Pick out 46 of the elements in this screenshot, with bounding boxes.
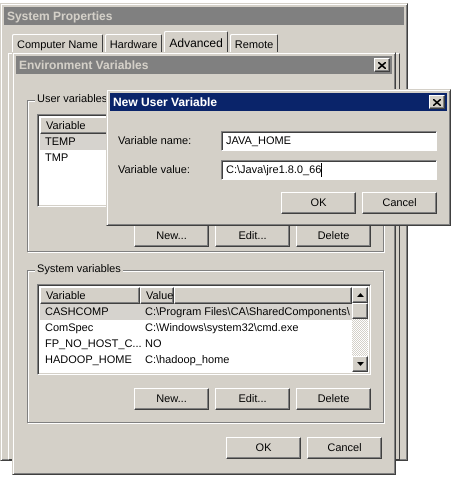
column-header[interactable]: Variable bbox=[40, 287, 140, 304]
dialog-button[interactable]: OK bbox=[226, 437, 301, 459]
group-label: System variables bbox=[35, 263, 123, 275]
dialog-button[interactable]: Delete bbox=[296, 388, 371, 410]
list-cell: CASHCOMP bbox=[45, 306, 109, 318]
list-cell: C:\Windows\system32\cmd.exe bbox=[145, 322, 298, 334]
scroll-up-icon bbox=[356, 293, 364, 297]
close-icon bbox=[433, 98, 441, 106]
tab[interactable]: Hardware bbox=[104, 34, 162, 53]
list-row[interactable]: CASHCOMP C:\Program Files\CA\SharedComponents\ bbox=[40, 304, 352, 320]
list-cell: TMP bbox=[45, 152, 68, 164]
scroll-down-icon bbox=[356, 362, 364, 366]
dialog-button[interactable]: Cancel bbox=[362, 192, 437, 214]
field-label: Variable name: bbox=[118, 135, 192, 147]
list-row[interactable]: HADOOP_HOME C:\hadoop_home bbox=[40, 352, 352, 368]
list-cell: NO bbox=[145, 338, 162, 350]
close-button[interactable] bbox=[374, 58, 390, 72]
dialog-button[interactable]: OK bbox=[281, 192, 356, 214]
close-icon bbox=[378, 62, 386, 68]
tab[interactable]: Computer Name bbox=[12, 34, 103, 53]
window-title: New User Variable bbox=[113, 95, 218, 109]
list-row[interactable]: FP_NO_HOST_C... NO bbox=[40, 336, 352, 352]
list-cell: TEMP bbox=[45, 136, 76, 148]
list-cell: C:\hadoop_home bbox=[145, 354, 230, 366]
dialog-button[interactable]: New... bbox=[134, 225, 209, 247]
dialog-button[interactable]: Edit... bbox=[215, 225, 290, 247]
input-field[interactable]: C:\Java\jre1.8.0_66 bbox=[221, 160, 437, 180]
list-row[interactable]: ComSpec C:\Windows\system32\cmd.exe bbox=[40, 320, 352, 336]
scroll-thumb[interactable] bbox=[352, 303, 368, 319]
close-button[interactable] bbox=[429, 95, 445, 109]
field-label: Variable value: bbox=[118, 164, 191, 176]
dialog-button[interactable]: Cancel bbox=[307, 437, 382, 459]
list-cell: ComSpec bbox=[45, 322, 94, 334]
column-header[interactable]: Value bbox=[140, 287, 174, 304]
scrollbar[interactable] bbox=[352, 287, 368, 372]
dialog-button[interactable]: New... bbox=[134, 388, 209, 410]
tab[interactable]: Advanced bbox=[164, 31, 228, 53]
input-field[interactable]: JAVA_HOME bbox=[221, 131, 437, 151]
tab[interactable]: Remote bbox=[230, 34, 278, 53]
window-title: Environment Variables bbox=[19, 58, 148, 72]
window-title: System Properties bbox=[7, 9, 112, 23]
list-cell: FP_NO_HOST_C... bbox=[45, 338, 142, 350]
dialog-button[interactable]: Edit... bbox=[215, 388, 290, 410]
list-cell: C:\Program Files\CA\SharedComponents\ bbox=[145, 306, 350, 318]
list-cell: HADOOP_HOME bbox=[45, 354, 132, 366]
dialog-button[interactable]: Delete bbox=[296, 225, 371, 247]
